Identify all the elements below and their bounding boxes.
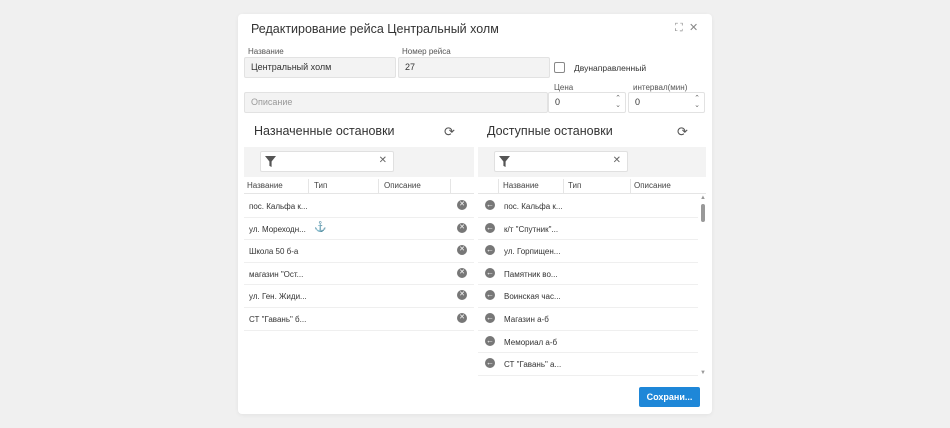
save-button[interactable]: Сохрани... [639, 387, 700, 407]
close-icon[interactable]: ✕ [689, 22, 698, 34]
table-row[interactable]: магазин "Ост... ✕ [244, 263, 474, 286]
bidirectional-checkbox[interactable] [554, 62, 565, 73]
interval-value: 0 [635, 97, 641, 107]
stop-name: ул. Ген. Жиди... [249, 292, 307, 302]
stop-name: СТ "Гавань" б... [249, 315, 307, 324]
table-row[interactable]: пос. Кальфа к... ✕ [244, 195, 474, 218]
column-header-name[interactable]: Название [503, 181, 539, 194]
refresh-assigned-icon[interactable]: ⟳ [444, 125, 455, 138]
stop-name: к/т "Спутник"... [504, 224, 559, 234]
price-stepper[interactable]: 0 ⌃ ⌄ [548, 92, 626, 113]
table-row[interactable]: ← Памятник во... [478, 263, 698, 286]
available-filter-input[interactable]: ✕ [494, 151, 628, 172]
bidirectional-label: Двунаправленный [574, 63, 647, 73]
add-stop-icon[interactable]: ← [485, 313, 495, 323]
interval-label: интервал(мин) [633, 83, 688, 92]
add-stop-icon[interactable]: ← [485, 358, 495, 369]
stop-name: Школа 50 б-а [249, 247, 299, 257]
scroll-down-icon[interactable]: ▼ [699, 370, 707, 376]
column-header-type[interactable]: Тип [314, 181, 327, 194]
assigned-filter-input[interactable]: ✕ [260, 151, 394, 172]
column-header-type[interactable]: Тип [568, 181, 581, 194]
remove-stop-icon[interactable]: ✕ [457, 245, 467, 256]
remove-stop-icon[interactable]: ✕ [457, 222, 467, 233]
remove-stop-icon[interactable]: ✕ [457, 200, 467, 210]
price-label: Цена [554, 83, 574, 92]
scroll-thumb[interactable] [701, 204, 705, 222]
table-row[interactable]: Школа 50 б-а ✕ [244, 240, 474, 263]
column-header-description[interactable]: Описание [634, 181, 671, 194]
clear-filter-icon[interactable]: ✕ [613, 155, 621, 166]
stop-name: пос. Кальфа к... [504, 202, 563, 211]
stop-name: Памятник во... [504, 269, 558, 279]
maximize-icon[interactable]: ⛶ [675, 22, 683, 34]
price-value: 0 [555, 97, 561, 107]
interval-stepper[interactable]: 0 ⌃ ⌄ [628, 92, 705, 113]
stop-name: Магазин а-б [504, 315, 549, 324]
stepper-arrows-icon[interactable]: ⌃ ⌄ [694, 95, 700, 109]
route-number-label: Номер рейса [402, 47, 451, 56]
route-number-field[interactable]: 27 [398, 57, 550, 78]
table-row[interactable]: ← ул. Горпищен... [478, 240, 698, 263]
name-label: Название [248, 47, 284, 56]
stop-name: ул. Мореходн... [249, 224, 306, 234]
scroll-up-icon[interactable]: ▲ [699, 195, 707, 201]
stepper-arrows-icon[interactable]: ⌃ ⌄ [615, 95, 621, 109]
remove-stop-icon[interactable]: ✕ [457, 313, 467, 323]
stop-name: Мемориал а-б [504, 337, 558, 347]
assigned-table-header: Название Тип Описание [244, 178, 474, 194]
available-scrollbar[interactable]: ▲ ▼ [699, 195, 707, 376]
available-table-header: Название Тип Описание [478, 178, 706, 194]
table-row[interactable]: СТ "Гавань" б... ✕ [244, 308, 474, 331]
table-row[interactable]: ул. Мореходн... ⚓ ✕ [244, 218, 474, 241]
description-field[interactable]: Описание [244, 92, 548, 113]
table-row[interactable]: ← Воинская час... [478, 285, 698, 308]
table-row[interactable]: ← Мемориал а-б [478, 331, 698, 354]
add-stop-icon[interactable]: ← [485, 290, 495, 301]
anchor-icon: ⚓ [314, 221, 327, 233]
stop-name: Воинская час... [504, 292, 561, 302]
assigned-filter-bar: ✕ [244, 147, 474, 177]
clear-filter-icon[interactable]: ✕ [379, 155, 387, 166]
stop-name: СТ "Гавань" а... [504, 360, 562, 370]
table-row[interactable]: ← Магазин а-б [478, 308, 698, 331]
stop-name: пос. Кальфа к... [249, 202, 308, 211]
refresh-available-icon[interactable]: ⟳ [677, 125, 688, 138]
available-filter-bar: ✕ [478, 147, 706, 177]
add-stop-icon[interactable]: ← [485, 335, 495, 346]
remove-stop-icon[interactable]: ✕ [457, 267, 467, 278]
column-header-description[interactable]: Описание [384, 181, 421, 194]
add-stop-icon[interactable]: ← [485, 222, 495, 233]
filter-icon [499, 156, 510, 167]
table-row[interactable]: ← пос. Кальфа к... [478, 195, 698, 218]
column-header-name[interactable]: Название [247, 181, 283, 194]
stop-name: магазин "Ост... [249, 269, 304, 279]
add-stop-icon[interactable]: ← [485, 245, 495, 256]
add-stop-icon[interactable]: ← [485, 267, 495, 278]
filter-icon [265, 156, 276, 167]
assigned-stops-title: Назначенные остановки [254, 124, 395, 138]
remove-stop-icon[interactable]: ✕ [457, 290, 467, 301]
edit-route-dialog: Редактирование рейса Центральный холм ⛶ … [238, 14, 712, 414]
table-row[interactable]: ← СТ "Гавань" а... [478, 353, 698, 376]
table-row[interactable]: ← к/т "Спутник"... [478, 218, 698, 241]
add-stop-icon[interactable]: ← [485, 200, 495, 210]
dialog-title: Редактирование рейса Центральный холм [251, 22, 499, 36]
table-row[interactable]: ул. Ген. Жиди... ✕ [244, 285, 474, 308]
name-field[interactable]: Центральный холм [244, 57, 396, 78]
stop-name: ул. Горпищен... [504, 247, 561, 257]
available-stops-title: Доступные остановки [487, 124, 613, 138]
